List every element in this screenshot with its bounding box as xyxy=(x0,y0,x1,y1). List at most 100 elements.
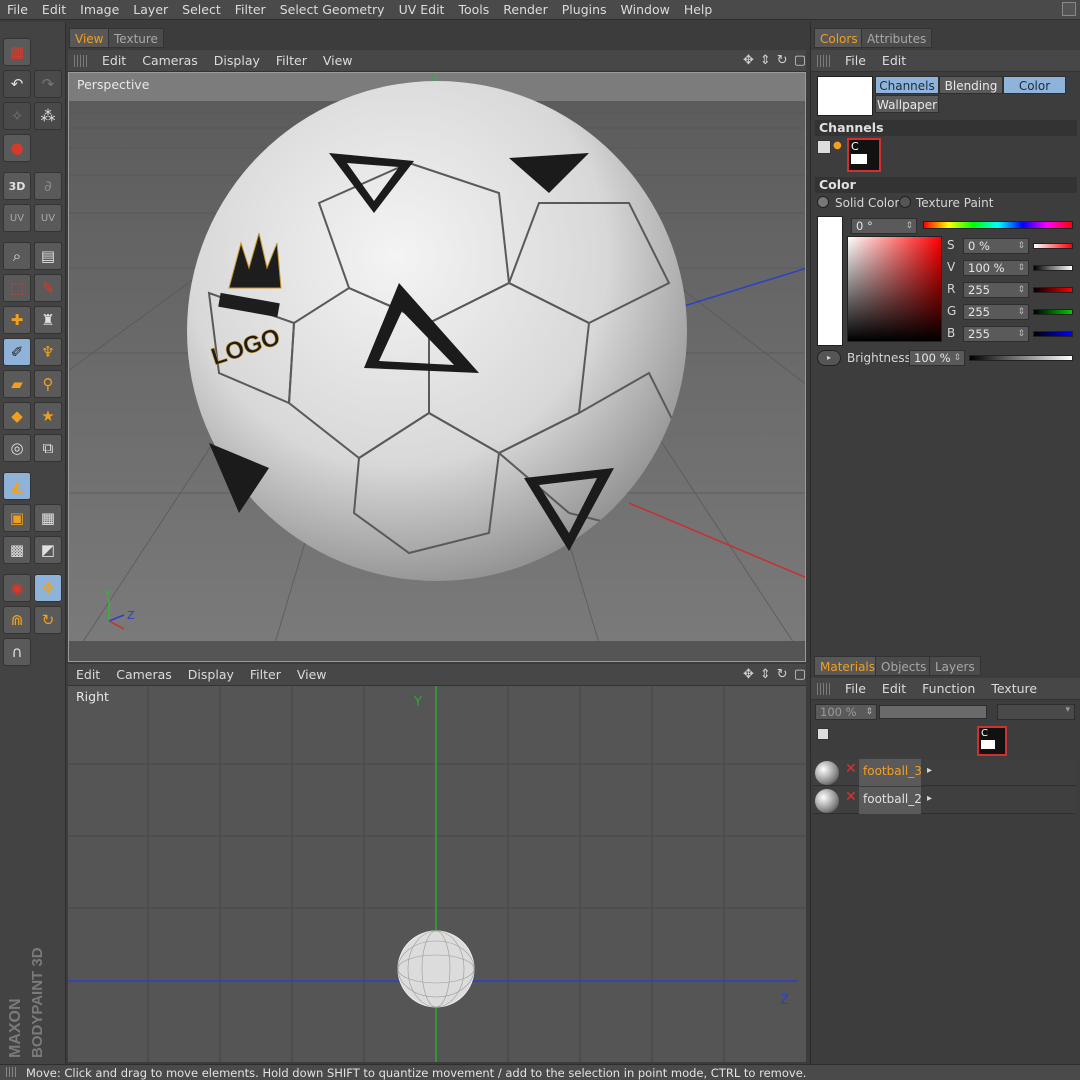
g-field[interactable]: 255 xyxy=(963,304,1029,320)
menu-render[interactable]: Render xyxy=(496,2,555,17)
blending-button[interactable]: Blending xyxy=(939,76,1003,94)
star-icon[interactable]: ★ xyxy=(34,402,62,430)
pan-icon[interactable]: ✥ xyxy=(743,53,754,68)
magnet-icon[interactable]: ⋒ xyxy=(3,606,31,634)
mask-icon[interactable]: ◩ xyxy=(34,536,62,564)
r-slider[interactable] xyxy=(1033,287,1073,293)
tab-attributes[interactable]: Attributes xyxy=(861,28,933,48)
menu-tools[interactable]: Tools xyxy=(451,2,496,17)
colors-menu-file[interactable]: File xyxy=(837,53,874,68)
magic-wand-icon[interactable]: ✧ xyxy=(3,102,31,130)
stamp-icon[interactable]: ◎ xyxy=(3,434,31,462)
vp-menu-filter[interactable]: Filter xyxy=(268,53,315,68)
menu-layer[interactable]: Layer xyxy=(126,2,175,17)
vp-menu-cameras[interactable]: Cameras xyxy=(134,53,206,68)
eyedropper-icon[interactable]: ⚲ xyxy=(34,370,62,398)
vp-menu-edit[interactable]: Edit xyxy=(94,53,134,68)
material-channel-swatch[interactable]: C xyxy=(977,726,1007,756)
tab-colors[interactable]: Colors xyxy=(814,28,864,48)
v-field[interactable]: 100 % xyxy=(963,260,1029,276)
checker-icon[interactable]: ▦ xyxy=(34,504,62,532)
vp2-menu-view[interactable]: View xyxy=(289,667,335,682)
texture-grid-icon[interactable]: ▣ xyxy=(3,504,31,532)
menu-window[interactable]: Window xyxy=(614,2,677,17)
vp2-menu-cameras[interactable]: Cameras xyxy=(108,667,180,682)
clone-icon[interactable]: ♜ xyxy=(34,306,62,334)
b-field[interactable]: 255 xyxy=(963,326,1029,342)
lasso-icon[interactable]: ✎ xyxy=(34,274,62,302)
materials-zoom-field[interactable]: 100 % xyxy=(815,704,877,720)
brush-icon[interactable]: ✐ xyxy=(3,338,31,366)
zoom-icon[interactable]: ⇕ xyxy=(760,53,771,68)
menu-filter[interactable]: Filter xyxy=(228,2,273,17)
smudge-icon[interactable]: ♆ xyxy=(34,338,62,366)
right-viewport[interactable]: Y Z Right xyxy=(68,686,806,1062)
hue-field[interactable]: 0 ° xyxy=(851,218,917,234)
move-icon[interactable]: ✥ xyxy=(34,574,62,602)
menu-plugins[interactable]: Plugins xyxy=(555,2,614,17)
move-tool-icon[interactable]: ✚ xyxy=(3,306,31,334)
vp2-menu-filter[interactable]: Filter xyxy=(242,667,289,682)
perspective-viewport[interactable]: LOGO Y Z Perspective xyxy=(68,72,806,662)
b-slider[interactable] xyxy=(1033,331,1073,337)
fill-icon[interactable]: ◆ xyxy=(3,402,31,430)
maximize-icon[interactable]: ▢ xyxy=(794,53,806,68)
r-field[interactable]: 255 xyxy=(963,282,1029,298)
close-icon[interactable]: ✕ xyxy=(845,761,857,777)
material-row[interactable]: ✕ football_2 ▸ xyxy=(813,787,1076,814)
texture-paint-radio[interactable] xyxy=(899,196,911,208)
vp2-menu-edit[interactable]: Edit xyxy=(68,667,108,682)
mat-menu-file[interactable]: File xyxy=(837,681,874,696)
v-slider[interactable] xyxy=(1033,265,1073,271)
redo-icon[interactable]: ↷ xyxy=(34,70,62,98)
colors-menu-edit[interactable]: Edit xyxy=(874,53,914,68)
menu-file[interactable]: File xyxy=(0,2,35,17)
magnifier-icon[interactable]: ⌕ xyxy=(3,242,31,270)
color-button[interactable]: Color xyxy=(1003,76,1066,94)
brush-dots-icon[interactable]: ⁂ xyxy=(34,102,62,130)
mat-menu-edit[interactable]: Edit xyxy=(874,681,914,696)
maximize-icon[interactable]: ▢ xyxy=(794,667,806,682)
projection-icon[interactable]: ∂ xyxy=(34,172,62,200)
wallpaper-button[interactable]: Wallpaper xyxy=(875,95,939,113)
material-name[interactable]: football_3 xyxy=(863,764,922,778)
rect-select-icon[interactable]: ⬚ xyxy=(3,274,31,302)
menu-help[interactable]: Help xyxy=(677,2,720,17)
grip-icon[interactable] xyxy=(817,682,831,695)
menu-select-geometry[interactable]: Select Geometry xyxy=(273,2,392,17)
snap-icon[interactable]: ◭ xyxy=(3,472,31,500)
material-name[interactable]: football_2 xyxy=(863,792,922,806)
undo-icon[interactable]: ↶ xyxy=(3,70,31,98)
tab-objects[interactable]: Objects xyxy=(875,656,933,676)
uv-edit-icon[interactable]: UV xyxy=(34,204,62,232)
channels-button[interactable]: Channels xyxy=(875,76,939,94)
close-icon[interactable]: ✕ xyxy=(845,789,857,805)
mat-menu-texture[interactable]: Texture xyxy=(983,681,1045,696)
s-field[interactable]: 0 % xyxy=(963,238,1029,254)
brightness-slider[interactable] xyxy=(969,355,1073,361)
live-select-icon[interactable]: ◉ xyxy=(3,574,31,602)
material-row[interactable]: ✕ football_3 ▸ xyxy=(813,759,1076,786)
menu-edit[interactable]: Edit xyxy=(35,2,73,17)
saturation-value-picker[interactable] xyxy=(847,236,942,342)
vp-menu-display[interactable]: Display xyxy=(206,53,268,68)
tab-texture[interactable]: Texture xyxy=(108,28,164,48)
brightness-field[interactable]: 100 % xyxy=(909,350,965,366)
s-slider[interactable] xyxy=(1033,243,1073,249)
tab-materials[interactable]: Materials xyxy=(814,656,882,676)
channel-color-swatch[interactable]: C xyxy=(847,138,881,172)
solid-color-radio[interactable] xyxy=(817,196,829,208)
tab-layers[interactable]: Layers xyxy=(929,656,981,676)
grip-icon[interactable] xyxy=(74,54,88,67)
paint-setup-icon[interactable]: ▤ xyxy=(34,242,62,270)
channel-icon[interactable] xyxy=(817,728,829,740)
vp-menu-view[interactable]: View xyxy=(315,53,361,68)
channel-icon[interactable] xyxy=(817,140,831,154)
3d-paint-icon[interactable]: 3D xyxy=(3,172,31,200)
rotate-icon[interactable]: ↻ xyxy=(34,606,62,634)
orbit-icon[interactable]: ↻ xyxy=(777,53,788,68)
materials-filter-dropdown[interactable]: ▾ xyxy=(997,704,1075,720)
tab-view[interactable]: View xyxy=(69,28,110,48)
pan-icon[interactable]: ✥ xyxy=(743,667,754,682)
sphere-icon[interactable]: ● xyxy=(3,134,31,162)
